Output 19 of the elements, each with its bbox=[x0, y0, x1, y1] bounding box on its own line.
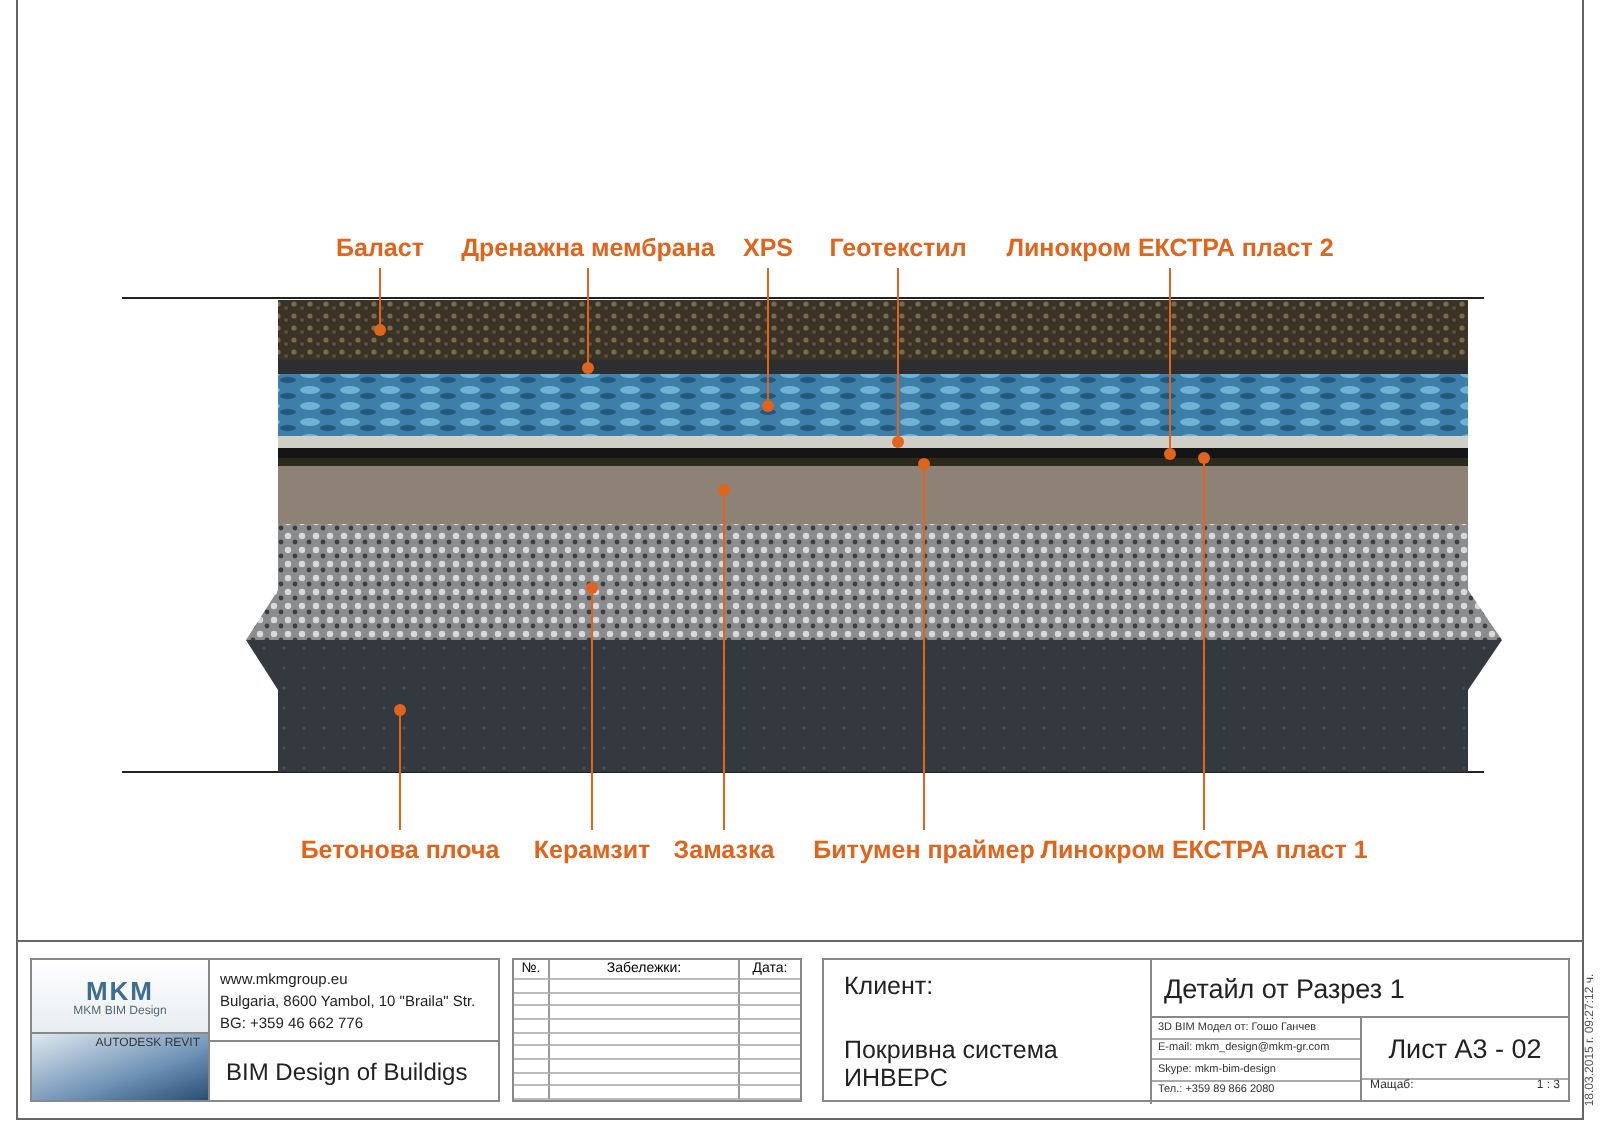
layer-label: Бетонова плоча bbox=[300, 836, 500, 864]
layer-label: Дренажна мембрана bbox=[461, 234, 715, 262]
client-label: Клиент: bbox=[844, 972, 936, 1000]
layer-label: Керамзит bbox=[533, 836, 651, 864]
logo-text: MKM bbox=[85, 975, 155, 1005]
detail-title: Детайл от Разрез 1 bbox=[1152, 960, 1568, 1018]
layer-label: Линокром ЕКСТРА пласт 1 bbox=[1040, 836, 1368, 864]
layer-label: Линокром ЕКСТРА пласт 2 bbox=[1006, 234, 1334, 262]
layer-label: Баласт bbox=[336, 234, 424, 262]
layer-label: Геотекстил bbox=[829, 234, 967, 262]
client-name: Покривна система ИНВЕРС bbox=[844, 1036, 1060, 1092]
layer-label: Замазка bbox=[673, 836, 775, 864]
leader-line bbox=[374, 267, 386, 336]
slogan: BIM Design of Buildigs bbox=[224, 1058, 470, 1086]
leader-line bbox=[582, 267, 594, 374]
layer-label: Битумен праймер bbox=[813, 836, 1035, 864]
sheet-number: Лист А3 - 02 bbox=[1386, 1031, 1544, 1067]
layer-label: XPS bbox=[743, 234, 793, 262]
leader-line bbox=[394, 704, 406, 831]
